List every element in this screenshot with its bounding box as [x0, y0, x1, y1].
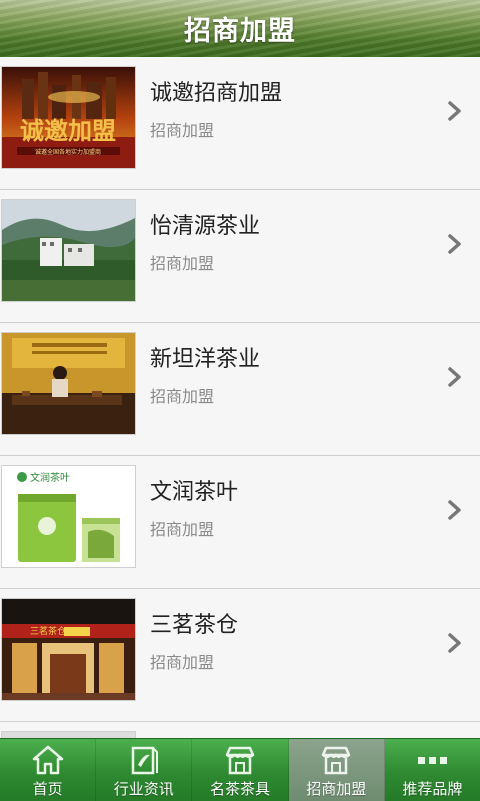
chevron-right-icon — [448, 367, 461, 387]
list-item-subtitle: 招商加盟 — [150, 653, 215, 672]
chevron-right-icon — [448, 234, 461, 254]
list-item-title: 三茗茶仓 — [150, 613, 239, 638]
list-item[interactable]: 诚邀加盟 诚邀全国各地实力加盟商 诚邀招商加盟 招商加盟 — [0, 57, 480, 190]
tab-recommended-brands[interactable]: 推荐品牌 — [385, 739, 480, 801]
list-item-subtitle: 招商加盟 — [150, 254, 215, 273]
list-item-subtitle: 招商加盟 — [150, 387, 215, 406]
list-item[interactable]: 新坦洋茶业 招商加盟 — [0, 323, 480, 456]
tab-label: 行业资讯 — [113, 780, 174, 798]
list-item[interactable]: 三茗茶仓 三茗茶仓 招商加盟 — [0, 589, 480, 722]
list-item-subtitle: 招商加盟 — [150, 520, 215, 539]
list-item-subtitle: 招商加盟 — [150, 121, 215, 140]
list-item-thumbnail — [1, 731, 136, 738]
list-item-thumbnail: 文润茶叶 — [1, 465, 136, 568]
banner-text: 诚邀加盟 — [20, 117, 116, 145]
tab-franchise[interactable]: 招商加盟 — [288, 739, 385, 801]
brand-text: 文润茶叶 — [30, 471, 70, 484]
list-item-title: 文润茶叶 — [150, 480, 239, 505]
tab-label: 招商加盟 — [306, 780, 367, 798]
more-icon — [418, 757, 448, 764]
franchise-list[interactable]: 诚邀加盟 诚邀全国各地实力加盟商 诚邀招商加盟 招商加盟 怡清源茶业 招商加盟 … — [0, 57, 480, 738]
list-item-thumbnail — [1, 199, 136, 302]
page-title: 招商加盟 — [184, 16, 296, 47]
list-item[interactable]: 怡清源茶业 招商加盟 — [0, 190, 480, 323]
tab-label: 名茶茶具 — [210, 780, 271, 798]
shop-icon — [321, 746, 351, 775]
news-icon — [131, 746, 158, 775]
header-bar: 招商加盟 — [0, 0, 480, 57]
chevron-right-icon — [448, 101, 461, 121]
list-item-title: 新坦洋茶业 — [150, 347, 261, 372]
home-icon — [32, 745, 63, 775]
tab-tea-products[interactable]: 名茶茶具 — [192, 739, 289, 801]
tab-label: 首页 — [32, 780, 63, 798]
list-item-title: 怡清源茶业 — [150, 214, 261, 239]
bottom-tab-bar: 首页 行业资讯 名茶茶具 招商加盟 推荐品牌 — [0, 738, 480, 801]
chevron-right-icon — [448, 633, 461, 653]
list-item-title: 诚邀招商加盟 — [150, 81, 283, 106]
tab-label: 推荐品牌 — [402, 780, 463, 798]
tab-news[interactable]: 行业资讯 — [96, 739, 193, 801]
banner-subtext: 诚邀全国各地实力加盟商 — [35, 148, 101, 156]
chevron-right-icon — [448, 500, 461, 520]
sign-text: 三茗茶仓 — [30, 625, 66, 637]
tab-home[interactable]: 首页 — [0, 739, 97, 801]
list-item[interactable]: 文润茶叶 文润茶叶 招商加盟 — [0, 456, 480, 589]
list-item-thumbnail: 诚邀加盟 诚邀全国各地实力加盟商 — [1, 66, 136, 169]
list-item-thumbnail — [1, 332, 136, 435]
list-item-thumbnail: 三茗茶仓 — [1, 598, 136, 701]
list-item[interactable] — [0, 722, 480, 738]
shop-icon — [225, 746, 255, 775]
